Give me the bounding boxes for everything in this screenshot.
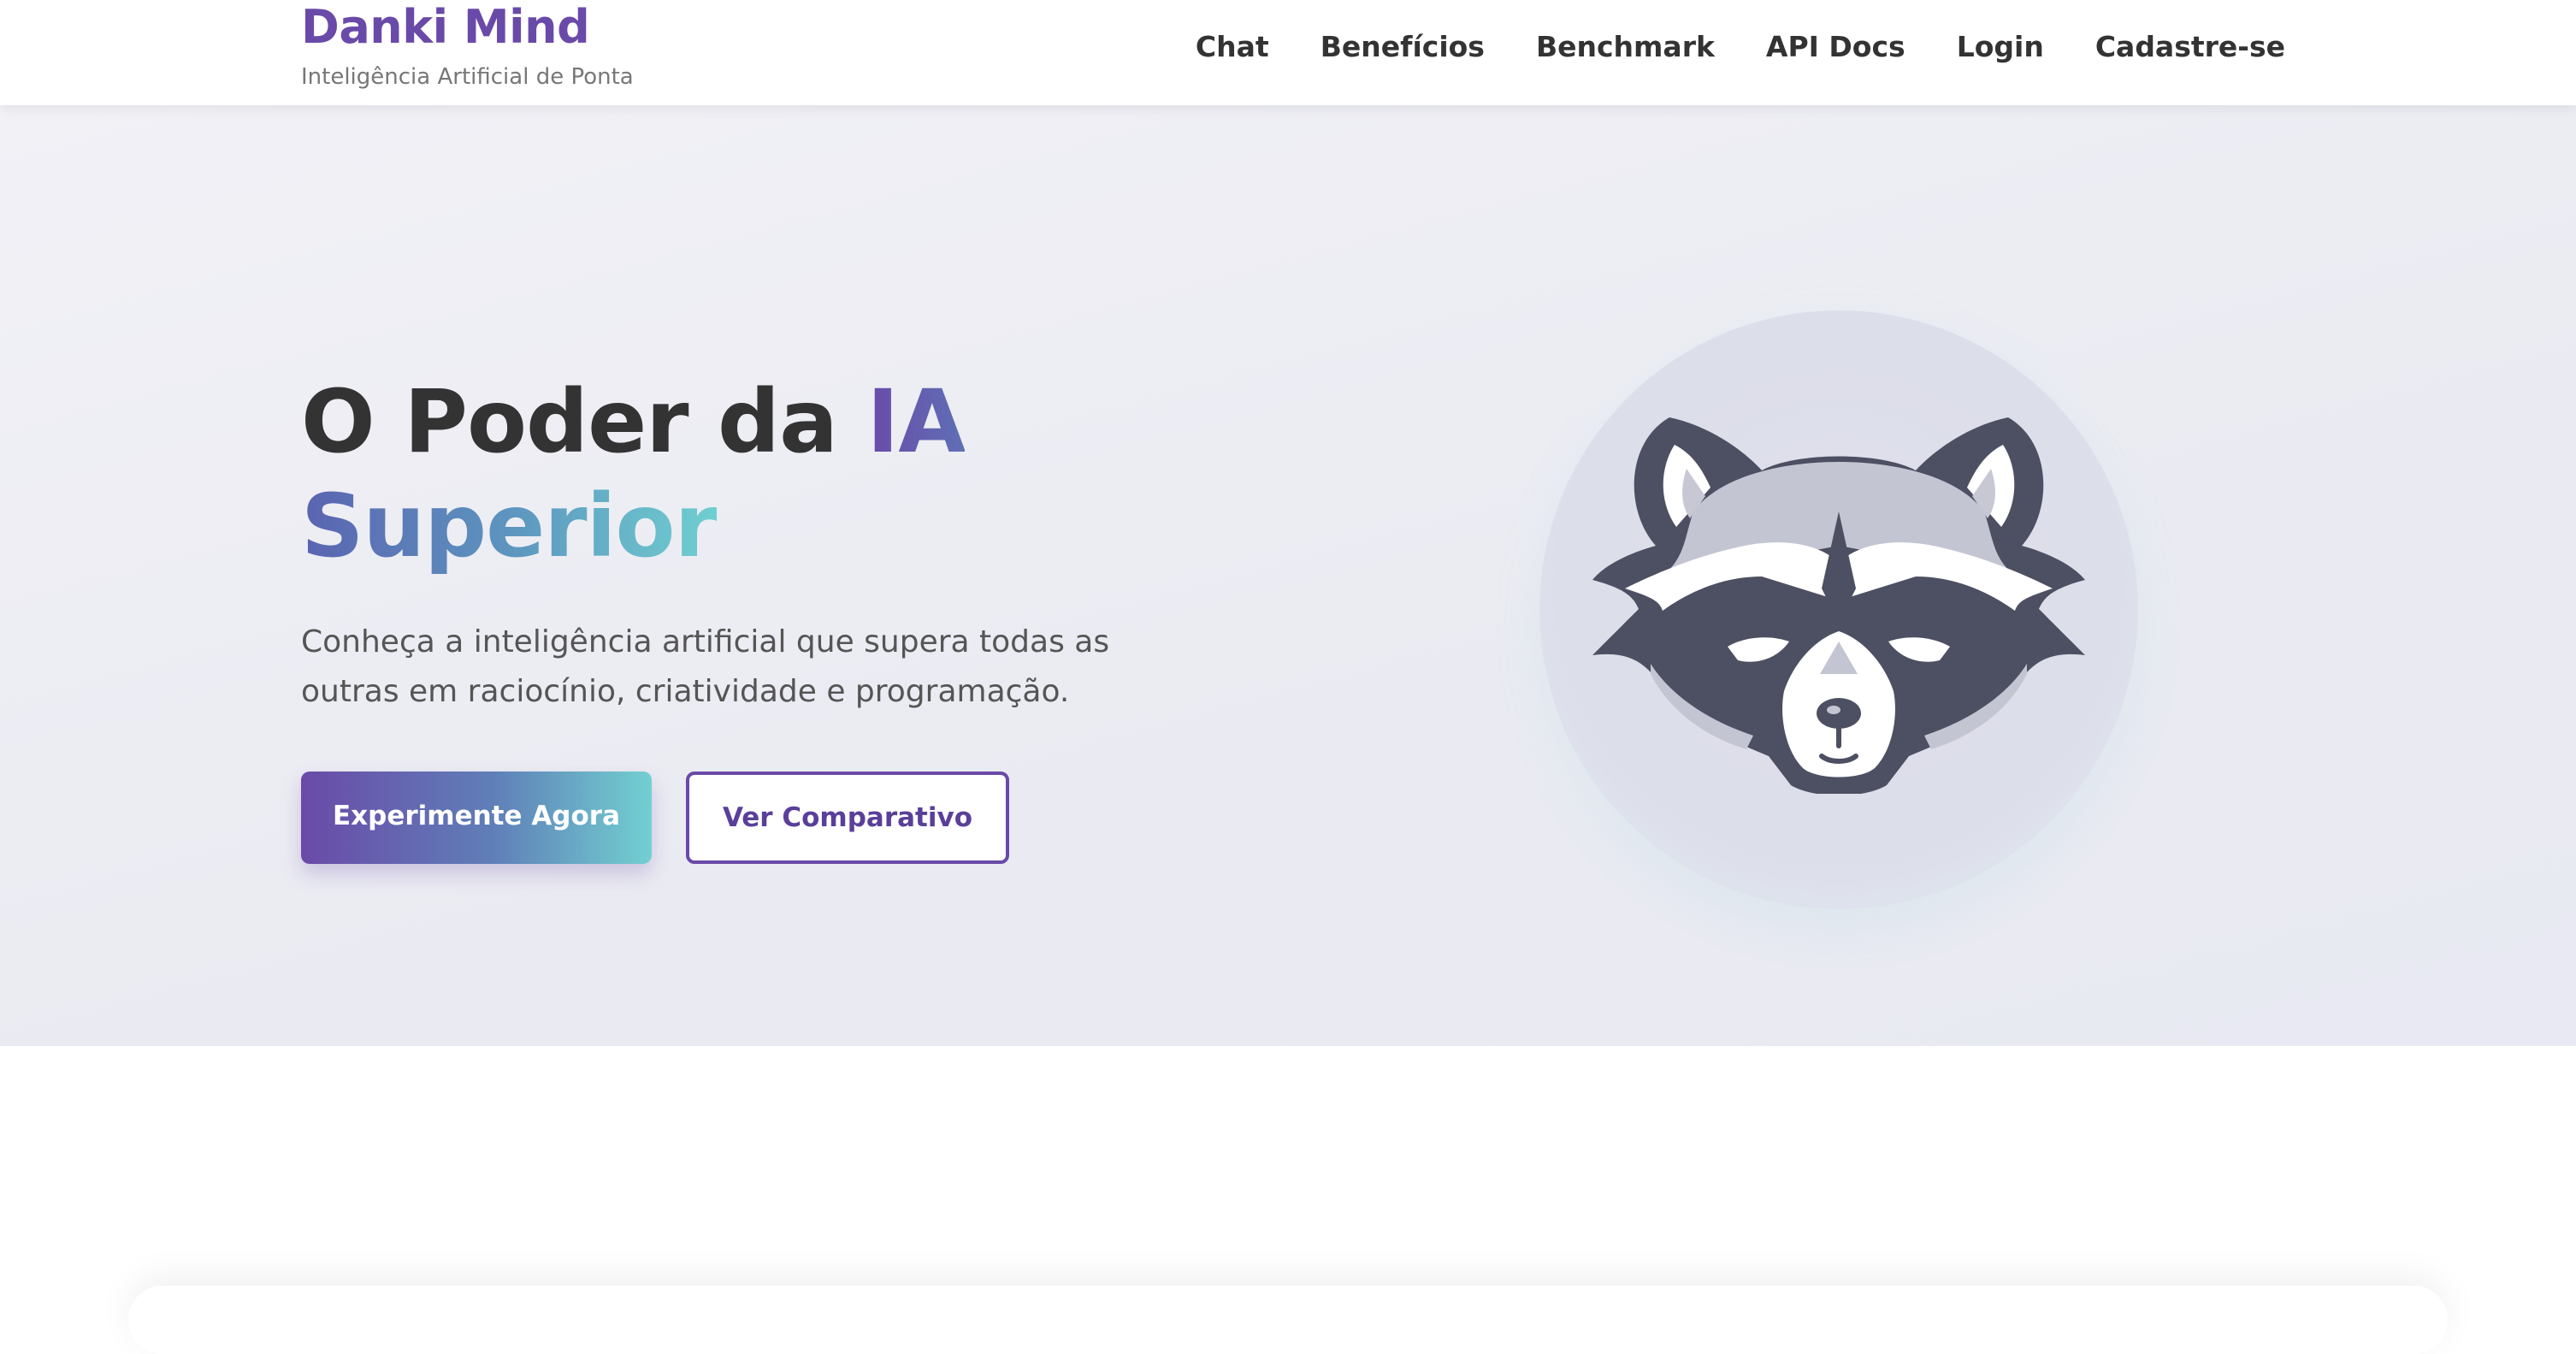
main-nav: Chat Benefícios Benchmark API Docs Login… — [1144, 26, 2285, 68]
hero-text-block: O Poder da IA Superior Conheça a intelig… — [301, 370, 1285, 864]
nav-link-beneficios[interactable]: Benefícios — [1320, 26, 1485, 68]
brand-logo-text[interactable]: Danki Mind — [301, 0, 634, 55]
nav-link-api-docs[interactable]: API Docs — [1766, 26, 1905, 68]
lower-section — [0, 1183, 2576, 1354]
nav-link-benchmark[interactable]: Benchmark — [1536, 26, 1715, 68]
hero-title-line2: Superior — [301, 476, 718, 577]
hero-wave-divider — [1272, 1045, 1504, 1046]
nav-link-cadastre-se[interactable]: Cadastre-se — [2095, 26, 2285, 68]
site-header: Danki Mind Inteligência Artificial de Po… — [0, 0, 2576, 105]
ver-comparativo-button[interactable]: Ver Comparativo — [686, 772, 1009, 864]
brand-tagline: Inteligência Artificial de Ponta — [301, 64, 634, 90]
raccoon-mascot-icon — [1592, 417, 2085, 794]
hero-title-accent: IA — [866, 371, 966, 473]
hero-title-part1: O Poder da — [301, 371, 867, 473]
hero-section: O Poder da IA Superior Conheça a intelig… — [0, 105, 2576, 1046]
hero-title: O Poder da IA Superior — [301, 370, 1285, 579]
hero-buttons: Experimente Agora Ver Comparativo — [301, 772, 1285, 864]
brand[interactable]: Danki Mind Inteligência Artificial de Po… — [301, 0, 634, 91]
hero-visual — [1539, 310, 2138, 909]
experimente-agora-button[interactable]: Experimente Agora — [301, 772, 652, 864]
nav-link-login[interactable]: Login — [1957, 26, 2044, 68]
content-card — [128, 1286, 2448, 1354]
nav-link-chat[interactable]: Chat — [1196, 26, 1269, 68]
hero-subtitle: Conheça a inteligência artificial que su… — [301, 624, 1110, 709]
